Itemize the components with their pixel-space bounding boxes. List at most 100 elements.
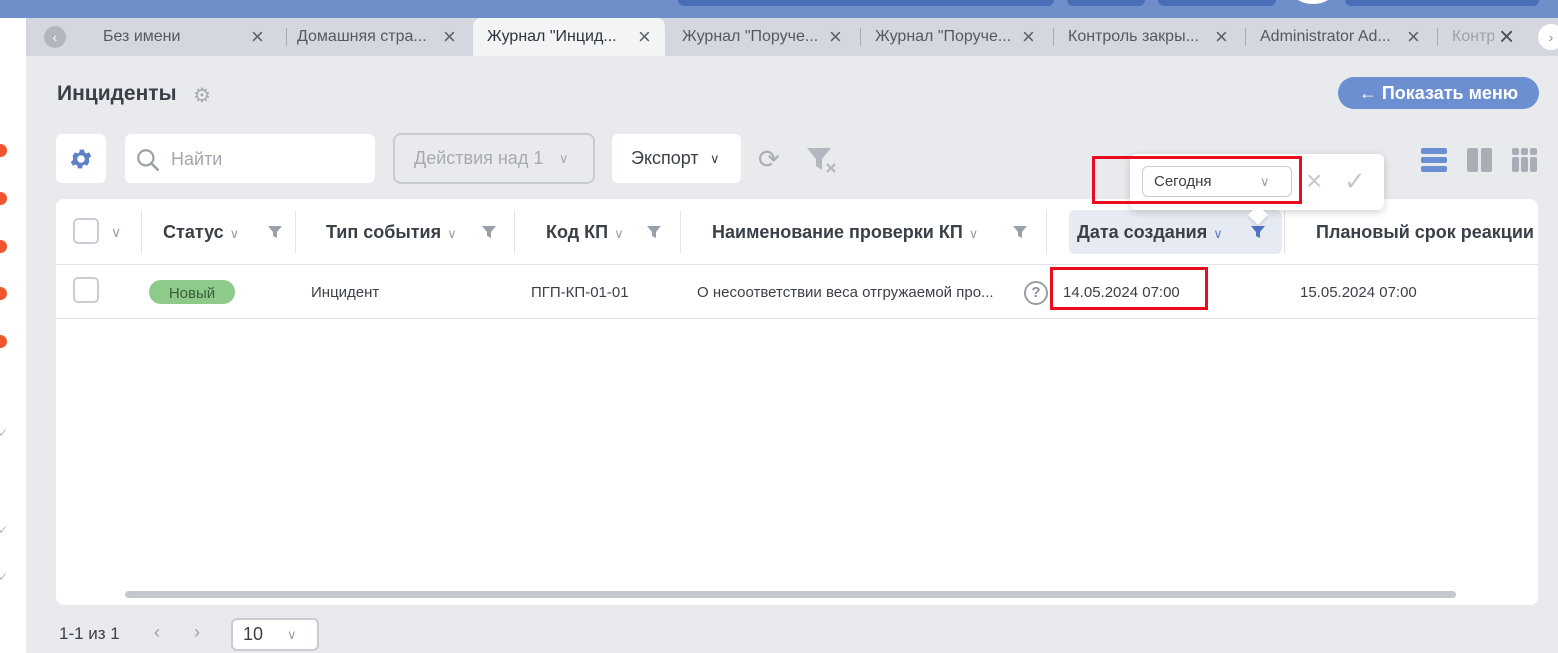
- top-bar-block: [678, 0, 1054, 6]
- incidents-table: ∨ Статус ∨ Тип события ∨ Код КП ∨ Наименова…: [56, 199, 1538, 605]
- chevron-down-icon: ∨: [710, 151, 720, 166]
- page-size-value: 10: [243, 624, 264, 644]
- show-menu-button[interactable]: ← Показать меню: [1338, 77, 1539, 109]
- tab[interactable]: Контр: [1438, 18, 1494, 56]
- tab[interactable]: Контроль закры... ×: [1054, 18, 1240, 56]
- column-divider: [141, 211, 142, 253]
- column-kp-check-name[interactable]: Наименование проверки КП ∨: [712, 210, 1032, 254]
- refresh-icon[interactable]: ⟳: [758, 146, 780, 172]
- gear-icon[interactable]: ⚙: [193, 83, 211, 108]
- tab[interactable]: Журнал "Поруче... ×: [668, 18, 854, 56]
- column-header-label: Дата создания: [1077, 222, 1208, 242]
- search-input[interactable]: [171, 146, 361, 172]
- settings-button[interactable]: [56, 134, 106, 183]
- tab-label: Контр: [1452, 28, 1494, 45]
- close-icon[interactable]: ×: [443, 18, 456, 56]
- notification-dot[interactable]: [0, 144, 7, 157]
- cell-planned-deadline: 15.05.2024 07:00: [1300, 284, 1417, 301]
- close-icon[interactable]: ×: [251, 18, 264, 56]
- column-divider: [295, 211, 296, 253]
- close-icon[interactable]: ×: [1022, 18, 1035, 56]
- page-title: Инциденты: [57, 82, 177, 105]
- cell-kp-check-name: О несоответствии веса отгружаемой про...: [697, 284, 994, 301]
- pager-info: 1-1 из 1: [59, 624, 120, 643]
- search-icon: [137, 149, 160, 172]
- row-checkbox[interactable]: [73, 277, 99, 303]
- check-icon: ✓: [0, 570, 9, 584]
- tab-active[interactable]: Журнал "Инцид... ×: [473, 18, 665, 56]
- column-divider: [1284, 211, 1285, 253]
- split-view-icon[interactable]: [1466, 146, 1494, 179]
- select-all-checkbox[interactable]: [73, 218, 99, 244]
- filter-icon[interactable]: [267, 224, 283, 240]
- tab-label: Контроль закры...: [1068, 28, 1199, 45]
- close-icon[interactable]: ×: [1215, 18, 1228, 56]
- chevron-down-icon: ∨: [968, 226, 979, 241]
- chevron-down-icon: ∨: [447, 226, 457, 241]
- tab-label: Журнал "Поруче...: [682, 28, 819, 45]
- tab-bar: ‹ Без имени × Домашняя стра... × Журнал …: [26, 18, 1558, 56]
- notification-dot[interactable]: [0, 335, 7, 348]
- content-area: Инциденты ⚙ ← Показать меню Действия над…: [26, 56, 1558, 653]
- chevron-right-icon[interactable]: ›: [194, 622, 200, 643]
- chevron-left-icon[interactable]: ‹: [154, 622, 160, 643]
- filter-icon[interactable]: [1012, 224, 1028, 240]
- table-row[interactable]: Новый Инцидент ПГП-КП-01-01 О несоответс…: [56, 266, 1538, 319]
- page-size-select[interactable]: 10 ∨: [231, 618, 319, 651]
- help-icon[interactable]: ?: [1024, 281, 1048, 305]
- user-avatar[interactable]: [1293, 0, 1333, 4]
- tab-label: Без имени: [103, 28, 181, 45]
- status-badge: Новый: [149, 280, 235, 304]
- export-dropdown[interactable]: Экспорт ∨: [612, 134, 741, 183]
- top-bar-block: [1345, 0, 1539, 6]
- column-status[interactable]: Статус ∨: [163, 210, 293, 254]
- top-bar-block: [1158, 0, 1276, 6]
- close-icon[interactable]: ×: [638, 18, 651, 56]
- close-icon[interactable]: ×: [829, 18, 842, 56]
- highlight-box: [1092, 156, 1302, 204]
- filter-icon[interactable]: [646, 224, 662, 240]
- tab-label: Administrator Ad...: [1260, 28, 1391, 45]
- check-icon[interactable]: ✓: [1344, 166, 1366, 196]
- check-icon: ✓: [0, 523, 9, 537]
- list-view-icon[interactable]: [1420, 146, 1448, 179]
- tabs-forward-button[interactable]: ›: [1538, 24, 1558, 50]
- bulk-actions-dropdown[interactable]: Действия над 1 ∨: [393, 133, 595, 184]
- column-header-label: Наименование проверки КП: [712, 222, 963, 242]
- app-top-bar: [0, 0, 1558, 18]
- left-sidebar-strip: ✓ ✓ ✓: [0, 18, 26, 653]
- chevron-down-icon: ∨: [229, 226, 240, 241]
- close-icon[interactable]: ×: [1306, 166, 1322, 196]
- column-header-label: Плановый срок реакции: [1316, 222, 1534, 242]
- highlight-box: [1050, 267, 1208, 310]
- tabs-back-button[interactable]: ‹: [44, 26, 66, 48]
- column-header-label: Статус: [163, 222, 224, 242]
- export-label: Экспорт: [631, 148, 699, 168]
- chevron-down-icon: ∨: [559, 151, 569, 166]
- chevron-down-icon: ∨: [287, 627, 297, 642]
- cell-event-type: Инцидент: [311, 284, 380, 301]
- filter-active-icon[interactable]: [1250, 224, 1266, 240]
- column-divider: [1046, 211, 1047, 253]
- column-event-type[interactable]: Тип события ∨: [326, 210, 496, 254]
- tab[interactable]: Домашняя стра... ×: [283, 18, 465, 56]
- bulk-actions-label: Действия над 1: [414, 148, 544, 168]
- notification-dot[interactable]: [0, 192, 7, 205]
- notification-dot[interactable]: [0, 287, 7, 300]
- horizontal-scrollbar[interactable]: [125, 591, 1456, 598]
- tab[interactable]: Журнал "Поруче... ×: [861, 18, 1047, 56]
- close-icon[interactable]: ×: [1407, 18, 1420, 56]
- column-planned-deadline[interactable]: Плановый срок реакции: [1316, 210, 1538, 254]
- filter-icon[interactable]: [481, 224, 497, 240]
- notification-dot[interactable]: [0, 240, 7, 253]
- tab-label: Журнал "Поруче...: [875, 28, 1012, 45]
- grid-view-icon[interactable]: [1511, 146, 1539, 179]
- column-divider: [680, 211, 681, 253]
- close-all-tabs-icon[interactable]: ×: [1499, 20, 1514, 52]
- tab[interactable]: Administrator Ad... ×: [1246, 18, 1432, 56]
- chevron-down-icon[interactable]: ∨: [111, 210, 121, 254]
- column-divider: [514, 211, 515, 253]
- column-kp-code[interactable]: Код КП ∨: [546, 210, 676, 254]
- clear-filter-icon[interactable]: [806, 146, 838, 179]
- tab[interactable]: Без имени ×: [89, 18, 276, 56]
